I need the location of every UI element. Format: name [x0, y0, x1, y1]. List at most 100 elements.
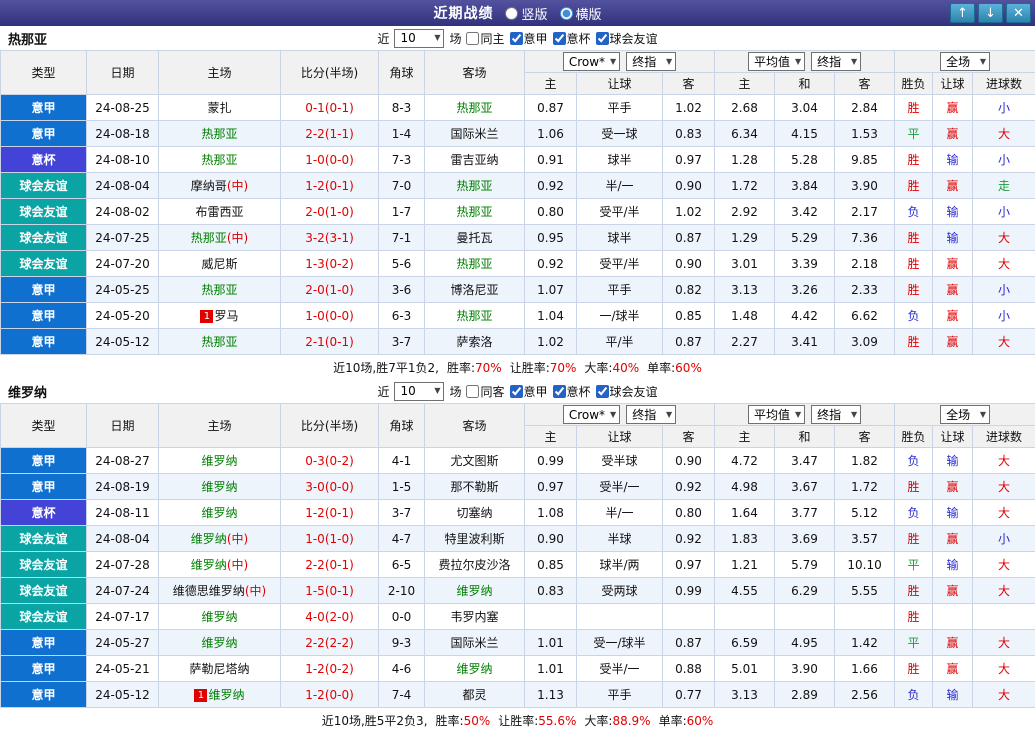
- team-link[interactable]: 国际米兰: [450, 127, 498, 141]
- team-link[interactable]: 曼托瓦: [456, 231, 492, 245]
- team-link[interactable]: 国际米兰: [450, 636, 498, 650]
- layout-option-horizontal[interactable]: 横版: [560, 4, 602, 23]
- team-link[interactable]: 尤文图斯: [450, 454, 498, 468]
- odds-source-select[interactable]: Crow*▼: [563, 52, 620, 71]
- team-link[interactable]: 布雷西亚: [195, 205, 243, 219]
- team-link[interactable]: 维罗纳: [201, 480, 237, 494]
- summary-stat: 大率:88.9%: [584, 712, 650, 729]
- league-filter-checkbox-1-input[interactable]: [553, 385, 566, 398]
- match-count-select[interactable]: 10▼: [394, 29, 444, 48]
- home-team: 维德思维罗纳(中): [159, 578, 281, 604]
- team-link[interactable]: 那不勒斯: [450, 480, 498, 494]
- avg-home-odds: 3.13: [715, 682, 775, 708]
- league-filter-checkbox-1[interactable]: 意杯: [553, 383, 591, 400]
- same-venue-checkbox-input[interactable]: [466, 385, 479, 398]
- odds-source-select[interactable]: 终指▼: [626, 405, 676, 424]
- team-link[interactable]: 维罗纳: [201, 610, 237, 624]
- team-link[interactable]: 萨索洛: [456, 335, 492, 349]
- team-link[interactable]: 热那亚: [201, 335, 237, 349]
- league-filter-checkbox-2-input[interactable]: [596, 385, 609, 398]
- odds-source-select[interactable]: 全场▼: [940, 405, 990, 424]
- avg-away-odds: [835, 604, 895, 630]
- team-link[interactable]: 热那亚: [456, 205, 492, 219]
- result-cell: 负: [895, 303, 933, 329]
- league-filter-checkbox-0[interactable]: 意甲: [510, 30, 548, 47]
- same-venue-checkbox-input[interactable]: [466, 32, 479, 45]
- layout-option-vertical[interactable]: 竖版: [505, 4, 547, 23]
- team-link[interactable]: 蒙扎: [207, 101, 231, 115]
- team-link[interactable]: 热那亚: [456, 309, 492, 323]
- filter-bar: 热那亚近10▼场同主意甲意杯球会友谊: [0, 26, 1035, 50]
- team-link[interactable]: 热那亚: [201, 153, 237, 167]
- match-date: 24-05-21: [87, 656, 159, 682]
- avg-away-odds: 1.82: [835, 448, 895, 474]
- team-link[interactable]: 维罗纳: [208, 688, 244, 702]
- league-filter-checkbox-1-input[interactable]: [553, 32, 566, 45]
- team-link[interactable]: 热那亚: [201, 283, 237, 297]
- team-link[interactable]: 热那亚: [456, 179, 492, 193]
- league-filter-checkbox-0-input[interactable]: [510, 385, 523, 398]
- home-team: 热那亚: [159, 121, 281, 147]
- handicap-result-cell: 赢: [933, 95, 973, 121]
- team-link[interactable]: 维罗纳: [191, 558, 227, 572]
- team-section: 热那亚近10▼场同主意甲意杯球会友谊类型日期主场比分(半场)角球客场Crow*▼…: [0, 26, 1035, 379]
- same-venue-checkbox[interactable]: 同主: [466, 30, 504, 47]
- odds-source-select[interactable]: 终指▼: [626, 52, 676, 71]
- team-link[interactable]: 摩纳哥: [191, 179, 227, 193]
- team-link[interactable]: 切塞纳: [456, 506, 492, 520]
- horizontal-radio[interactable]: [560, 7, 573, 20]
- odds-source-select[interactable]: Crow*▼: [563, 405, 620, 424]
- team-link[interactable]: 都灵: [462, 688, 486, 702]
- filter-bar: 维罗纳近10▼场同客意甲意杯球会友谊: [0, 379, 1035, 403]
- team-link[interactable]: 维罗纳: [456, 662, 492, 676]
- team-link[interactable]: 费拉尔皮沙洛: [438, 558, 510, 572]
- league-filter-checkbox-0[interactable]: 意甲: [510, 383, 548, 400]
- team-link[interactable]: 维德思维罗纳: [173, 584, 245, 598]
- table-row: 意甲24-05-27维罗纳2-2(2-2)9-3国际米兰1.01受一/球半0.8…: [1, 630, 1035, 656]
- team-link[interactable]: 热那亚: [456, 257, 492, 271]
- corner-score: 0-0: [379, 604, 425, 630]
- home-odds: 1.06: [525, 121, 577, 147]
- league-filter-checkbox-1[interactable]: 意杯: [553, 30, 591, 47]
- sub-column-header: 客: [835, 426, 895, 448]
- team-link[interactable]: 维罗纳: [201, 636, 237, 650]
- team-link[interactable]: 威尼斯: [201, 257, 237, 271]
- team-link[interactable]: 维罗纳: [456, 584, 492, 598]
- team-link[interactable]: 雷吉亚纳: [450, 153, 498, 167]
- team-link[interactable]: 维罗纳: [201, 506, 237, 520]
- league-filter-checkbox-0-input[interactable]: [510, 32, 523, 45]
- team-link[interactable]: 博洛尼亚: [450, 283, 498, 297]
- match-score: 4-0(2-0): [281, 604, 379, 630]
- team-link[interactable]: 罗马: [214, 309, 238, 323]
- column-header: 主场: [159, 51, 281, 95]
- league-filter-checkbox-1-label: 意杯: [567, 383, 591, 400]
- odds-source-select[interactable]: 终指▼: [811, 52, 861, 71]
- team-link[interactable]: 热那亚: [191, 231, 227, 245]
- move-down-button[interactable]: ↓: [978, 3, 1003, 23]
- arrow-up-icon: ↑: [957, 6, 968, 21]
- odds-source-select[interactable]: 平均值▼: [748, 52, 805, 71]
- league-filter-checkbox-2-input[interactable]: [596, 32, 609, 45]
- team-link[interactable]: 萨勒尼塔纳: [189, 662, 249, 676]
- corner-score: 8-3: [379, 95, 425, 121]
- league-filter-checkbox-2[interactable]: 球会友谊: [596, 383, 658, 400]
- vertical-radio[interactable]: [505, 7, 518, 20]
- header-row: 类型日期主场比分(半场)角球客场Crow*▼终指▼平均值▼终指▼全场▼: [1, 404, 1035, 426]
- table-row: 意甲24-08-27维罗纳0-3(0-2)4-1尤文图斯0.99受半球0.904…: [1, 448, 1035, 474]
- team-link[interactable]: 维罗纳: [201, 454, 237, 468]
- team-link[interactable]: 热那亚: [201, 127, 237, 141]
- same-venue-checkbox[interactable]: 同客: [466, 383, 504, 400]
- team-link[interactable]: 维罗纳: [191, 532, 227, 546]
- match-date: 24-08-18: [87, 121, 159, 147]
- odds-source-select[interactable]: 全场▼: [940, 52, 990, 71]
- league-filter-checkbox-2[interactable]: 球会友谊: [596, 30, 658, 47]
- avg-away-odds: 2.84: [835, 95, 895, 121]
- team-link[interactable]: 韦罗内塞: [450, 610, 498, 624]
- move-up-button[interactable]: ↑: [950, 3, 975, 23]
- odds-source-select[interactable]: 平均值▼: [748, 405, 805, 424]
- close-button[interactable]: ✕: [1006, 3, 1031, 23]
- team-link[interactable]: 热那亚: [456, 101, 492, 115]
- team-link[interactable]: 特里波利斯: [444, 532, 504, 546]
- odds-source-select[interactable]: 终指▼: [811, 405, 861, 424]
- match-count-select[interactable]: 10▼: [394, 382, 444, 401]
